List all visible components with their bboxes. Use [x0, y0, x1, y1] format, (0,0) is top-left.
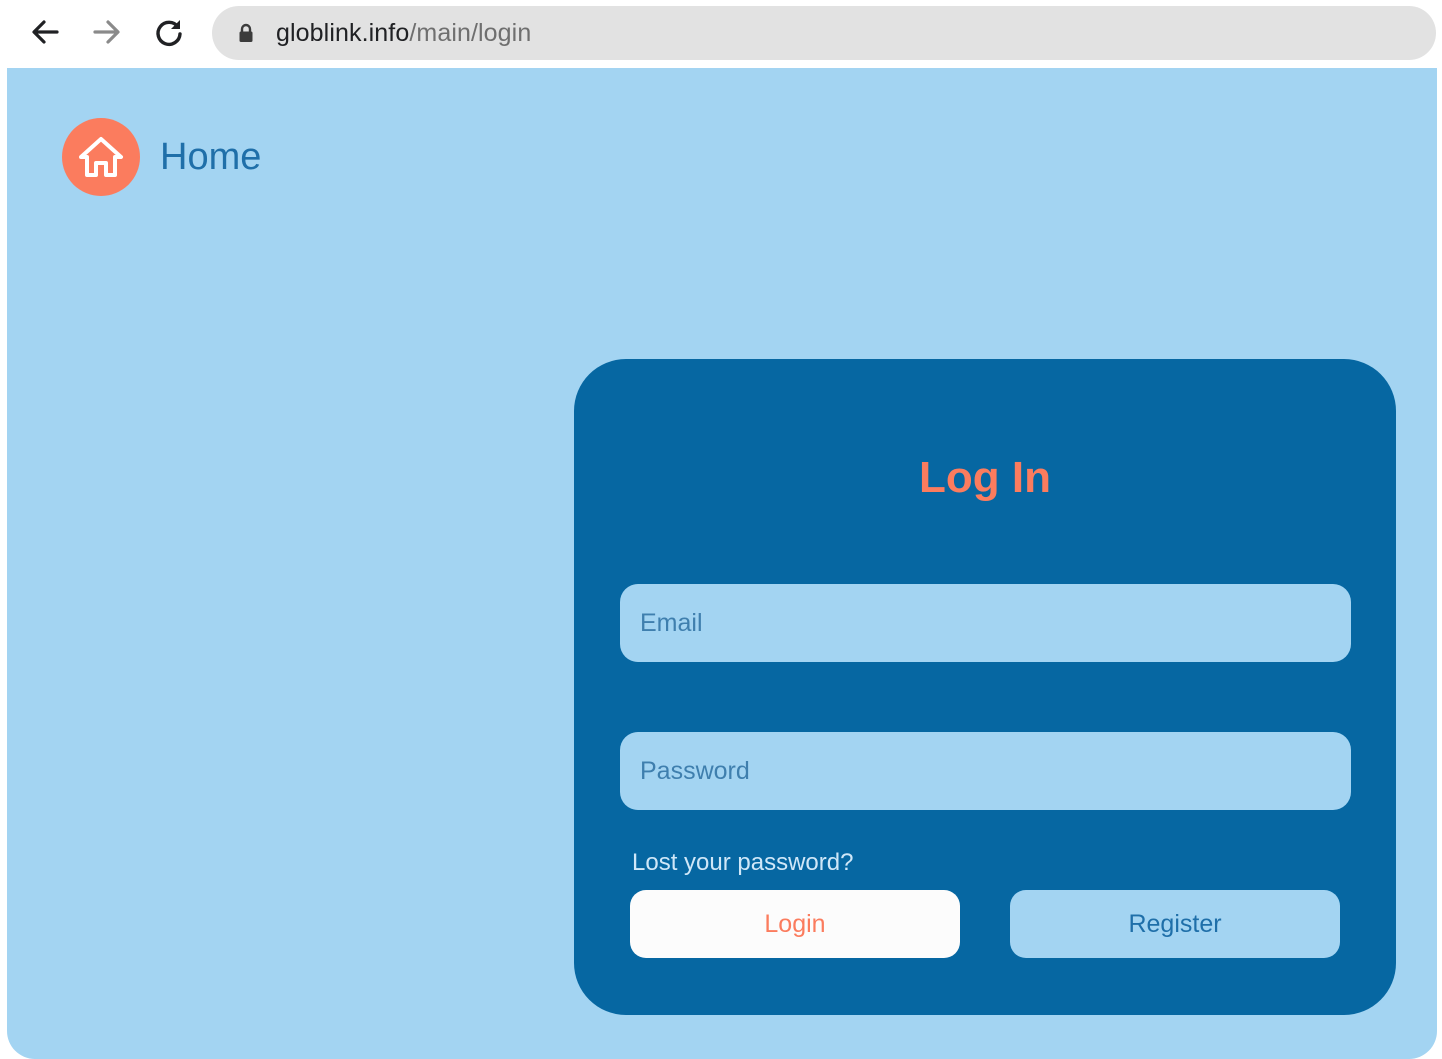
home-icon-badge [62, 118, 140, 196]
lost-password-link[interactable]: Lost your password? [632, 849, 853, 877]
url-path: /main/login [409, 18, 532, 47]
login-title: Log In [919, 453, 1051, 502]
login-button[interactable]: Login [630, 890, 960, 958]
home-link[interactable]: Home [62, 118, 261, 196]
login-card: Log In Lost your password? Login Registe… [574, 359, 1396, 1015]
reload-button[interactable] [151, 14, 187, 50]
forward-button[interactable] [89, 14, 125, 50]
address-bar[interactable]: globlink.info/main/login [212, 6, 1436, 60]
page-content: Home Log In Lost your password? Login Re… [7, 68, 1437, 1059]
arrow-left-icon [32, 20, 59, 44]
url-text: globlink.info/main/login [276, 19, 531, 48]
reload-icon [156, 20, 182, 47]
back-button[interactable] [27, 14, 63, 50]
browser-toolbar: globlink.info/main/login [0, 0, 1442, 66]
url-host: globlink.info [276, 18, 410, 47]
email-input[interactable] [620, 584, 1351, 662]
password-input[interactable] [620, 732, 1351, 810]
arrow-right-icon [93, 20, 120, 44]
lock-icon [239, 23, 253, 42]
register-button[interactable]: Register [1010, 890, 1340, 958]
house-icon [79, 137, 123, 177]
home-label: Home [160, 135, 262, 178]
